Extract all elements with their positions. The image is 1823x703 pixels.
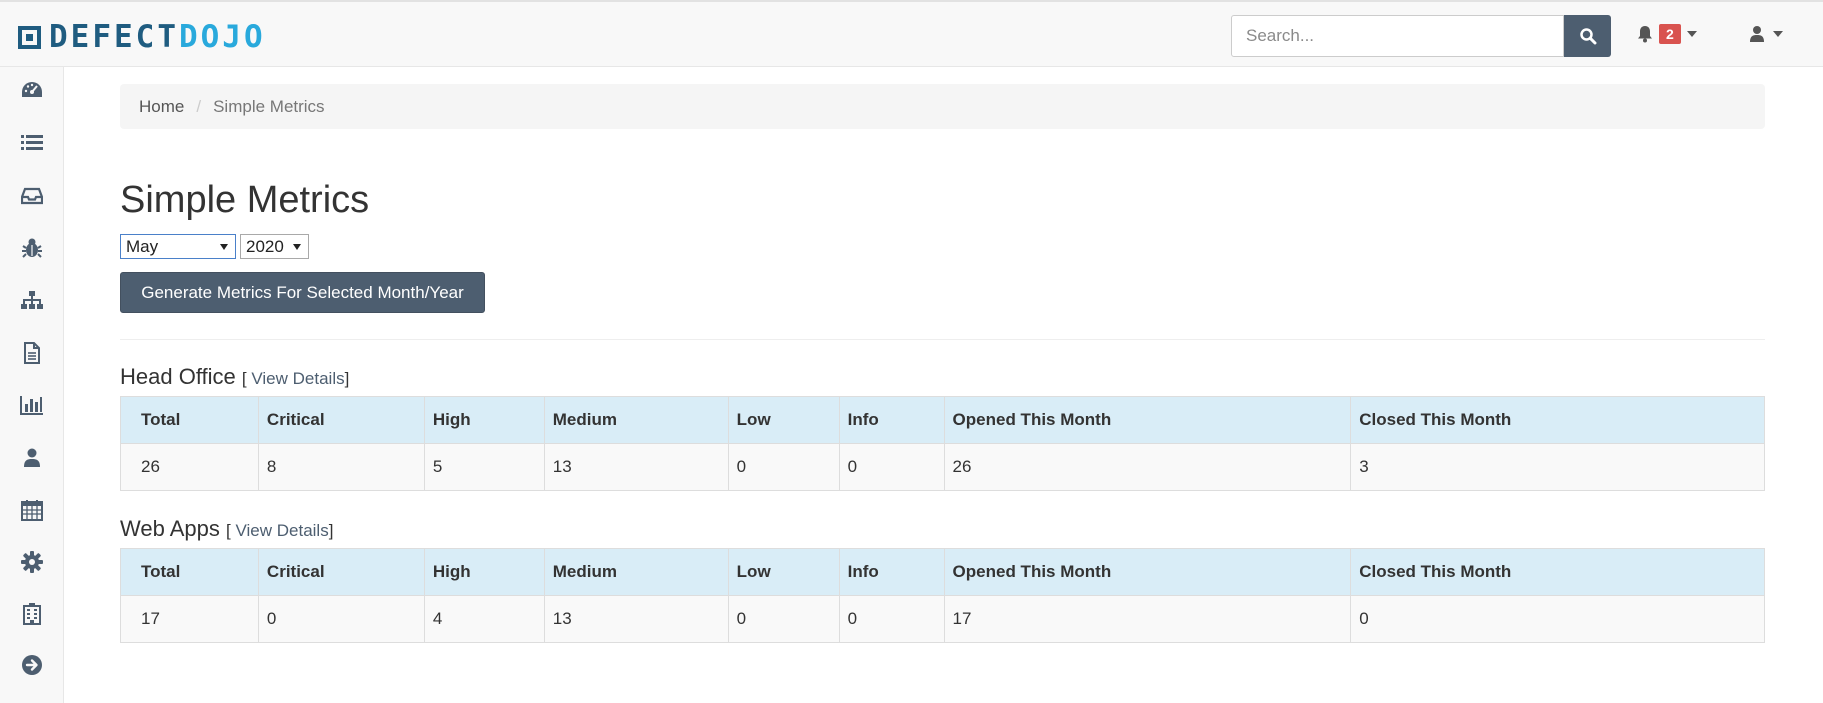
table-header-row: Total Critical High Medium Low Info Open…	[120, 396, 1765, 444]
divider	[120, 339, 1765, 340]
table-row: 17 0 4 13 0 0 17 0	[120, 595, 1765, 643]
list-icon	[21, 135, 43, 150]
sidebar-item-findings[interactable]	[0, 123, 64, 163]
table-cell: 13	[543, 595, 729, 643]
table-row: 26 8 5 13 0 0 26 3	[120, 443, 1765, 491]
column-header: Critical	[257, 396, 425, 444]
table-cell: 0	[257, 595, 425, 643]
sidebar-item-calendar[interactable]	[0, 490, 64, 530]
month-select-value: May	[126, 236, 159, 256]
user-icon	[1750, 26, 1764, 42]
column-header: Opened This Month	[943, 396, 1352, 444]
column-header: Closed This Month	[1350, 548, 1765, 596]
chevron-down-icon	[293, 244, 301, 250]
year-select[interactable]: 2020	[240, 234, 309, 259]
column-header: Low	[727, 548, 840, 596]
column-header: Medium	[543, 396, 729, 444]
sidebar-item-configuration[interactable]	[0, 542, 64, 582]
file-icon	[24, 342, 40, 364]
column-header: Total	[120, 396, 259, 444]
building-icon	[23, 603, 41, 625]
sidebar-item-endpoints[interactable]	[0, 280, 64, 320]
column-header: Closed This Month	[1350, 396, 1765, 444]
top-navbar: DEFECTDOJO 2	[0, 0, 1823, 67]
column-header: Info	[838, 548, 945, 596]
column-header: Low	[727, 396, 840, 444]
table-cell: 4	[423, 595, 545, 643]
inbox-icon	[21, 187, 43, 205]
section-title-web-apps: Web Apps [ View Details]	[120, 516, 334, 541]
sidebar	[0, 67, 64, 703]
column-header: Info	[838, 396, 945, 444]
column-header: Opened This Month	[943, 548, 1352, 596]
user-icon	[24, 448, 40, 467]
gear-icon	[21, 551, 43, 573]
column-header: High	[423, 548, 545, 596]
notification-count-badge: 2	[1659, 24, 1681, 44]
breadcrumb-current: Simple Metrics	[213, 96, 325, 116]
table-cell: 5	[423, 443, 545, 491]
table-cell: 8	[257, 443, 425, 491]
page-title: Simple Metrics	[120, 179, 370, 221]
search-icon	[1579, 28, 1596, 45]
table-cell: 0	[838, 595, 945, 643]
user-menu-dropdown[interactable]	[1749, 25, 1783, 42]
table-header-row: Total Critical High Medium Low Info Open…	[120, 548, 1765, 596]
metrics-table-head-office: Total Critical High Medium Low Info Open…	[120, 396, 1765, 491]
bug-icon	[22, 238, 42, 258]
calendar-icon	[21, 500, 43, 521]
sidebar-item-organization[interactable]	[0, 594, 64, 634]
table-cell: 17	[943, 595, 1352, 643]
arrow-right-circle-icon	[22, 655, 42, 675]
sidebar-item-reports[interactable]	[0, 333, 64, 373]
table-cell: 26	[943, 443, 1352, 491]
chevron-down-icon	[1686, 31, 1697, 37]
bar-chart-icon	[20, 396, 43, 415]
breadcrumb: Home / Simple Metrics	[120, 84, 1765, 129]
dashboard-icon	[22, 82, 42, 97]
bell-icon	[1638, 26, 1652, 43]
table-cell: 0	[1350, 595, 1765, 643]
month-select[interactable]: May	[120, 234, 236, 259]
breadcrumb-home-link[interactable]: Home	[139, 97, 184, 117]
view-details-link[interactable]: View Details	[251, 369, 344, 388]
view-details-link[interactable]: View Details	[235, 521, 328, 540]
sidebar-item-engagements[interactable]	[0, 176, 64, 216]
table-cell: 0	[727, 443, 840, 491]
table-cell: 13	[543, 443, 729, 491]
search-input[interactable]	[1231, 15, 1564, 57]
year-select-value: 2020	[246, 236, 284, 256]
sidebar-item-expand[interactable]	[0, 645, 64, 685]
notifications-dropdown[interactable]: 2	[1637, 24, 1697, 44]
sidebar-item-findings-bug[interactable]	[0, 228, 64, 268]
table-cell: 17	[120, 595, 259, 643]
logo-text-defect: DEFECT	[49, 19, 179, 55]
sitemap-icon	[21, 291, 43, 309]
sidebar-item-users[interactable]	[0, 437, 64, 477]
column-header: Critical	[257, 548, 425, 596]
column-header: Total	[120, 548, 259, 596]
chevron-down-icon	[1773, 30, 1783, 37]
metrics-table-web-apps: Total Critical High Medium Low Info Open…	[120, 548, 1765, 643]
section-name: Web Apps	[120, 516, 220, 541]
search-form	[1231, 15, 1611, 57]
search-button[interactable]	[1564, 15, 1611, 57]
table-cell: 26	[120, 443, 259, 491]
table-cell: 0	[838, 443, 945, 491]
generate-metrics-button[interactable]: Generate Metrics For Selected Month/Year	[120, 272, 485, 313]
defectdojo-logo[interactable]: DEFECTDOJO	[18, 22, 266, 53]
table-cell: 3	[1350, 443, 1765, 491]
section-title-head-office: Head Office [ View Details]	[120, 364, 350, 389]
table-cell: 0	[727, 595, 840, 643]
section-name: Head Office	[120, 364, 236, 389]
logo-text-dojo: DOJO	[178, 19, 266, 55]
sidebar-item-dashboard[interactable]	[0, 70, 64, 110]
logo-mark-icon	[18, 25, 41, 49]
chevron-down-icon	[220, 244, 228, 250]
sidebar-item-metrics[interactable]	[0, 385, 64, 425]
column-header: High	[423, 396, 545, 444]
column-header: Medium	[543, 548, 729, 596]
breadcrumb-separator: /	[196, 96, 202, 116]
